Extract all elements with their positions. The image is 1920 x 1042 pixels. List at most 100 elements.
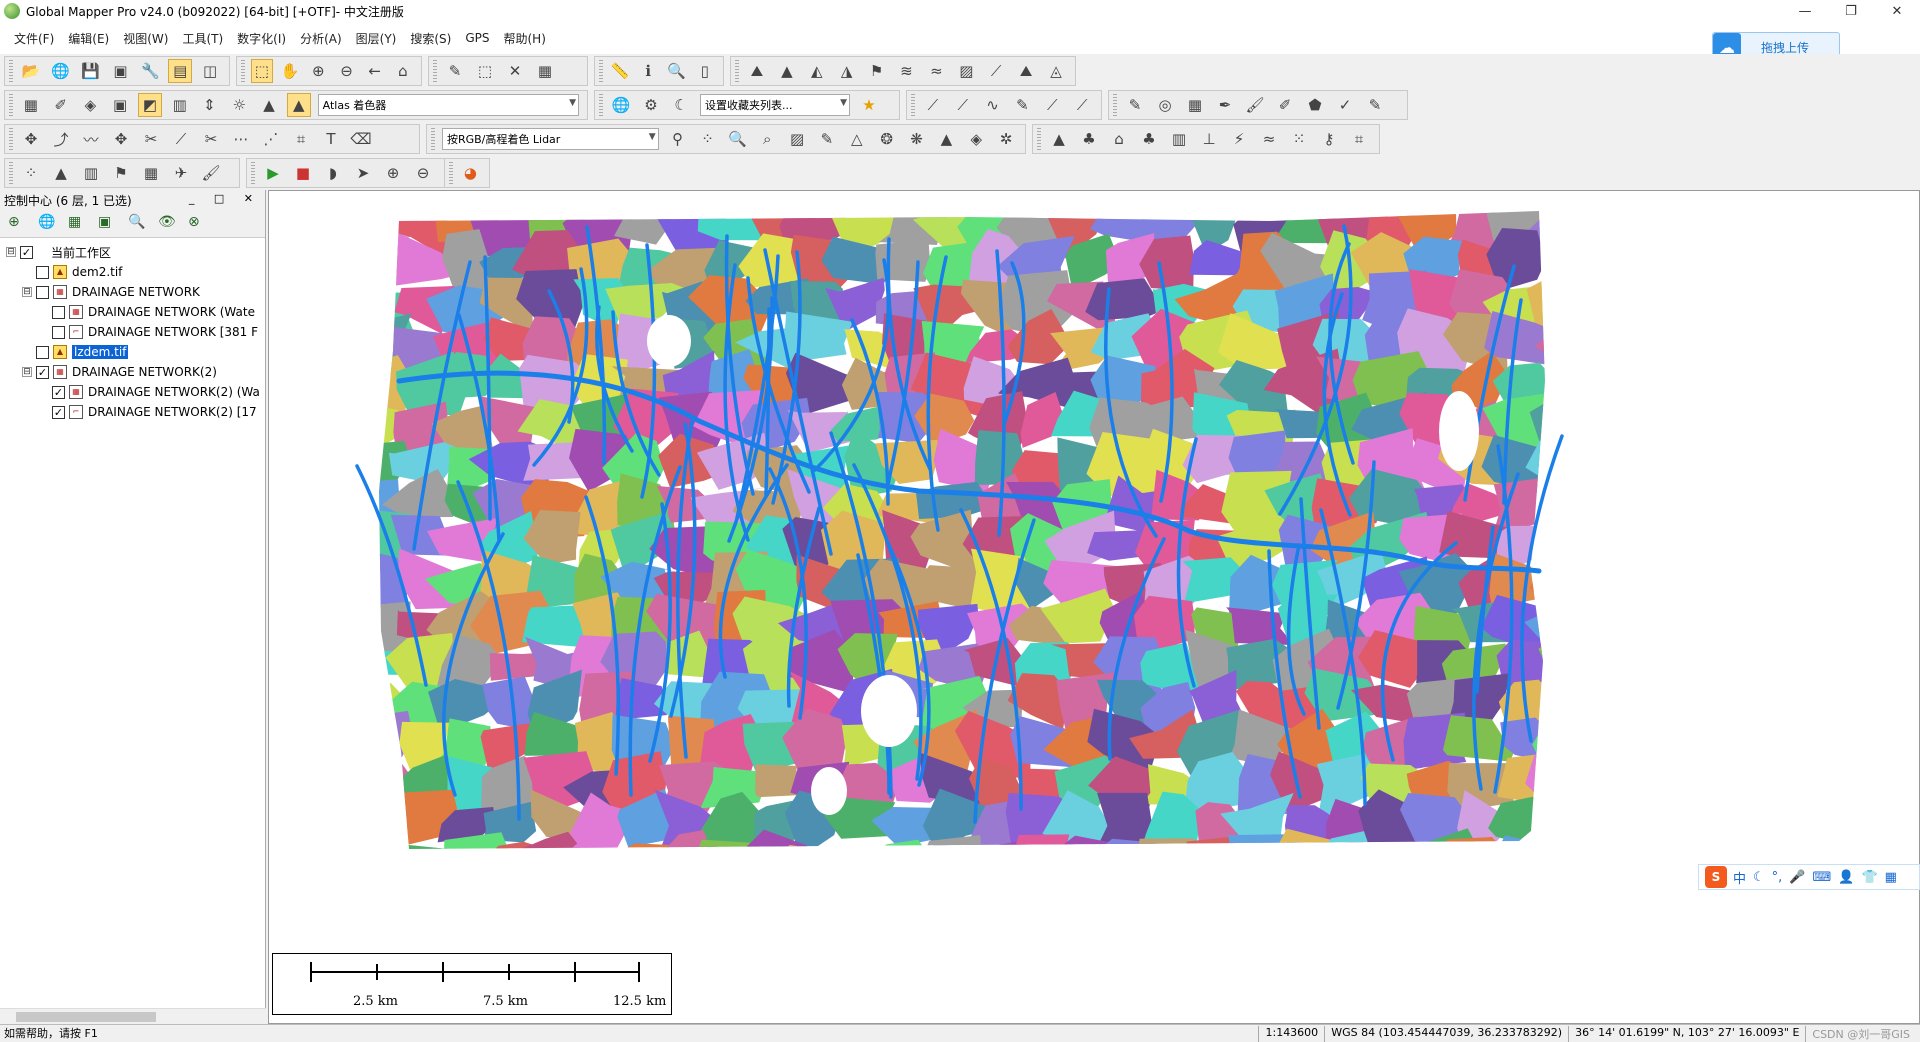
pole-icon[interactable]: ⊥ [1197, 127, 1221, 151]
scrollbar-thumb[interactable] [16, 1012, 156, 1022]
digitize-3d-icon[interactable]: ✐ [49, 93, 73, 117]
fly-icon[interactable]: ✈ [169, 161, 193, 185]
moon-icon[interactable]: ☾ [1753, 870, 1765, 885]
tree-row[interactable]: ⊟ ✓ 当前工作区 [0, 242, 265, 262]
building-icon[interactable]: ▥ [1167, 127, 1191, 151]
layer-info-icon[interactable]: ▦ [533, 59, 557, 83]
landform-icon[interactable]: ◬ [1044, 59, 1068, 83]
tree-row[interactable]: ▲ dem2.tif [0, 262, 265, 282]
layer-name[interactable]: DRAINAGE NETWORK(2) (Wa [88, 385, 260, 399]
shader-icon[interactable]: ▲ [286, 93, 311, 117]
filter-icon[interactable]: ⚲ [666, 127, 690, 151]
menu-file[interactable]: 文件(F) [14, 30, 54, 47]
tree-row[interactable]: ✓ ⌐ DRAINAGE NETWORK(2) [17 [0, 402, 265, 422]
watershed-icon[interactable]: ≈ [924, 59, 948, 83]
points-icon[interactable]: ⁘ [19, 161, 43, 185]
fast-forward-icon[interactable]: ➤ [351, 161, 375, 185]
info-icon[interactable]: ℹ [637, 59, 659, 83]
split-icon[interactable]: ✂ [139, 127, 163, 151]
toolbar-grip[interactable] [431, 128, 435, 150]
toolbar-grip[interactable] [251, 162, 255, 184]
toolbar-grip[interactable] [599, 94, 603, 116]
layer-checkbox[interactable] [52, 325, 65, 339]
spline-icon[interactable]: ∿ [981, 93, 1005, 117]
metadata-icon[interactable]: 🔍 [128, 214, 148, 234]
add-layer-icon[interactable]: ⊕ [381, 161, 405, 185]
rect-select-icon[interactable]: ⬚ [473, 59, 497, 83]
layer-name[interactable]: DRAINAGE NETWORK(2) [17 [88, 405, 257, 419]
maximize-button[interactable]: ❐ [1828, 0, 1874, 22]
moon-icon[interactable]: ☾ [669, 93, 693, 117]
draw-icon[interactable]: ✎ [1123, 93, 1147, 117]
polygon-shapes-icon[interactable]: ⬟ [1303, 93, 1327, 117]
close-layer-icon[interactable]: ⊗ [188, 214, 208, 234]
key-icon[interactable]: ⚷ [1317, 127, 1341, 151]
globe-icon[interactable]: 🌐 [49, 59, 73, 83]
user-icon[interactable]: 👤 [1838, 870, 1854, 885]
terrain-icon[interactable]: ◭ [805, 59, 829, 83]
menu-analysis[interactable]: 分析(A) [300, 30, 342, 47]
home-icon[interactable]: ⌂ [392, 59, 414, 83]
noise-icon[interactable]: ⁙ [1287, 127, 1311, 151]
classify-icon[interactable]: ⌗ [1347, 127, 1371, 151]
toolbar-grip[interactable] [911, 94, 915, 116]
view-shed-icon[interactable]: ▲ [775, 59, 799, 83]
tree-row[interactable]: ⊟ ▦ DRAINAGE NETWORK [0, 282, 265, 302]
contour-icon[interactable]: ≋ [895, 59, 919, 83]
peak-icon[interactable]: ⛰ [1014, 59, 1038, 83]
layer-name[interactable]: 当前工作区 [51, 244, 111, 261]
text-tool-icon[interactable]: T [319, 127, 343, 151]
line-draw-icon[interactable]: ⟋ [921, 93, 945, 117]
punctuation-icon[interactable]: °, [1772, 870, 1783, 885]
favorites-select[interactable]: 设置收藏夹列表... ▼ [700, 94, 850, 116]
layer-checkbox[interactable] [52, 305, 65, 319]
stop-icon[interactable]: ■ [291, 161, 315, 185]
snap-line-icon[interactable]: ⟋ [1070, 93, 1094, 117]
vertical-exaggeration-icon[interactable]: ⇕ [198, 93, 222, 117]
toolbar-grip[interactable] [9, 94, 13, 116]
grid-map-icon[interactable]: ▦ [139, 161, 163, 185]
layer-checkbox[interactable] [36, 265, 49, 279]
print-icon[interactable]: ▣ [109, 59, 133, 83]
layer-name[interactable]: DRAINAGE NETWORK [381 F [88, 325, 258, 339]
overview-icon[interactable]: ◫ [198, 59, 222, 83]
layer-name[interactable]: DRAINAGE NETWORK [72, 285, 200, 299]
toolbar-grip[interactable] [9, 162, 13, 184]
toolbar-grip[interactable] [599, 60, 603, 82]
zoom-out-icon[interactable]: ⊖ [335, 59, 357, 83]
menu-layer[interactable]: 图层(Y) [356, 30, 397, 47]
toolbar-grip[interactable] [1037, 128, 1041, 150]
terrain-flag-icon[interactable]: ⚑ [865, 59, 889, 83]
panel-scrollbar[interactable] [0, 1008, 266, 1024]
minimize-button[interactable]: — [1782, 0, 1828, 22]
menu-tools[interactable]: 工具(T) [182, 30, 223, 47]
back-arrow-icon[interactable]: ← [364, 59, 386, 83]
turtle-icon[interactable]: ◗ [321, 161, 345, 185]
menu-view[interactable]: 视图(W) [123, 30, 168, 47]
3d-box-icon[interactable]: ▣ [108, 93, 132, 117]
remove-layer-icon[interactable]: ⊖ [411, 161, 435, 185]
skin-icon[interactable]: 👕 [1861, 870, 1877, 885]
light-direction-icon[interactable]: ☼ [227, 93, 251, 117]
layer-options-icon[interactable]: ▣ [98, 214, 118, 234]
mountain-icon[interactable]: ▲ [49, 161, 73, 185]
slope-icon[interactable]: ⟋ [984, 59, 1008, 83]
pie-chart-icon[interactable]: ◕ [459, 161, 482, 185]
panel-window-buttons[interactable]: _ □ ✕ [189, 192, 261, 205]
toolbar-grip[interactable] [433, 60, 437, 82]
menu-digitize[interactable]: 数字化(I) [237, 30, 286, 47]
close-button[interactable]: ✕ [1874, 0, 1920, 22]
paint-icon[interactable]: 🖌 [199, 161, 223, 185]
elevation-chart-icon[interactable]: ▲ [257, 93, 281, 117]
edit-line-icon[interactable]: ✎ [1011, 93, 1035, 117]
microphone-icon[interactable]: 🎤 [1789, 870, 1805, 885]
lidar-mountain-icon[interactable]: ▲ [934, 127, 958, 151]
move-vertex-icon[interactable]: ✥ [109, 127, 133, 151]
layer-checkbox[interactable] [36, 345, 49, 359]
visibility-icon[interactable]: 👁 [158, 214, 178, 234]
layer-name[interactable]: lzdem.tif [72, 345, 129, 359]
tree-row[interactable]: ▦ DRAINAGE NETWORK (Wate [0, 302, 265, 322]
toolbar-grip[interactable] [449, 162, 453, 184]
tree-row[interactable]: ⌐ DRAINAGE NETWORK [381 F [0, 322, 265, 342]
wrench-icon[interactable]: 🔧 [138, 59, 162, 83]
